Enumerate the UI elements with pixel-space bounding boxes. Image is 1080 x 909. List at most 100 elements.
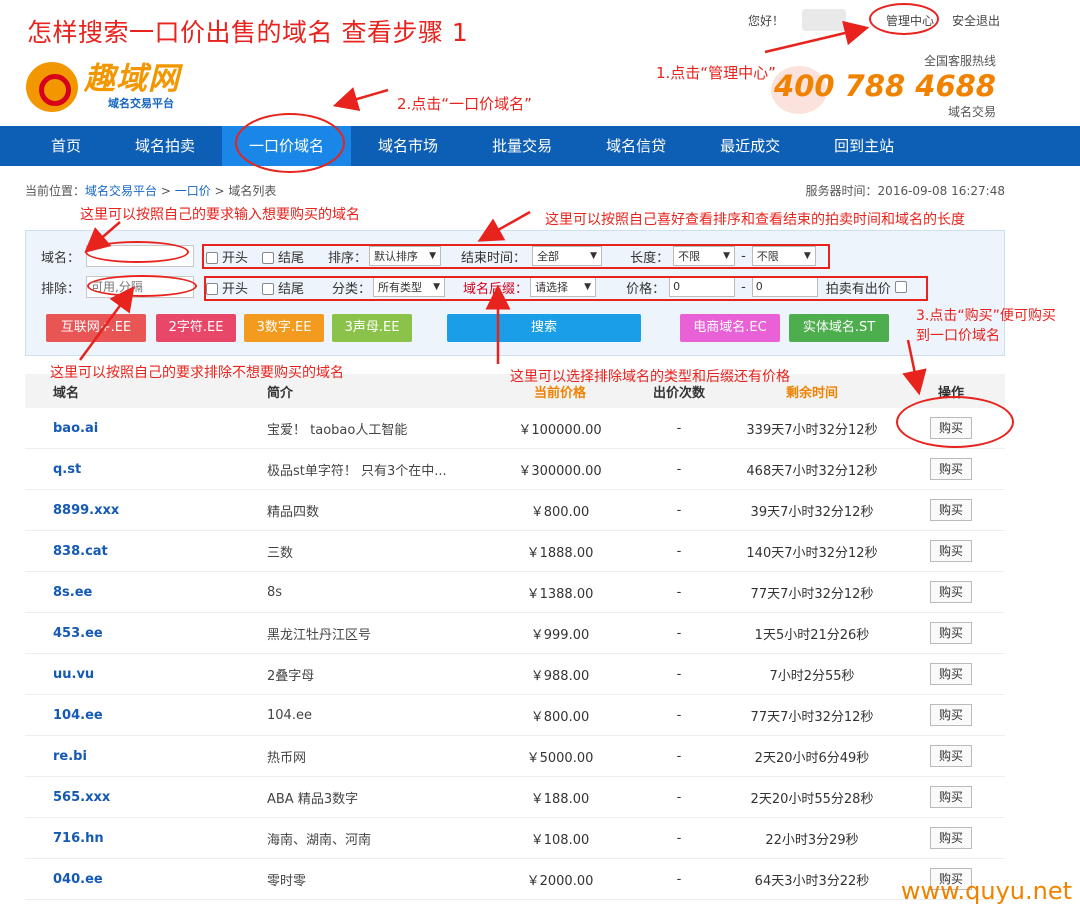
highlight-sort-filters <box>202 244 830 269</box>
domain-table: 域名 简介 当前价格 出价次数 剩余时间 操作 bao.ai 宝爱！ taobao… <box>25 374 1005 900</box>
buy-cell: 购买 <box>897 458 1005 480</box>
buy-button[interactable]: 购买 <box>930 540 972 562</box>
buy-button[interactable]: 购买 <box>930 458 972 480</box>
hotline-label: 全国客服热线 <box>923 54 996 68</box>
domain-link[interactable]: 565.xxx <box>25 790 267 805</box>
domain-link[interactable]: q.st <box>25 462 267 477</box>
nav-credit[interactable]: 域名信贷 <box>579 126 693 166</box>
nav-home[interactable]: 首页 <box>24 126 108 166</box>
domain-bids: - <box>676 625 682 641</box>
domain-remaining: 140天7小时32分12秒 <box>746 545 878 561</box>
highlight-fixed-price-nav <box>235 113 345 173</box>
header-desc: 简介 <box>267 385 294 401</box>
greeting-text: 您好！ <box>747 13 784 28</box>
domain-link[interactable]: 838.cat <box>25 544 267 559</box>
domain-link[interactable]: re.bi <box>25 749 267 764</box>
breadcrumb-fixed-price[interactable]: 一口价 <box>175 184 211 198</box>
main-nav: 首页 域名拍卖 一口价域名 域名市场 批量交易 域名信贷 最近成交 回到主站 <box>0 126 1080 166</box>
logo-subtitle: 域名交易平台 <box>108 97 174 110</box>
domain-desc: 宝爱！ taobao人工智能 <box>267 422 408 438</box>
buy-button[interactable]: 购买 <box>930 499 972 521</box>
annotation-exclude: 这里可以按照自己的要求排除不想要购买的域名 <box>50 365 344 381</box>
domain-remaining: 22小时3分29秒 <box>765 832 859 848</box>
quick-internet-ee-button[interactable]: 互联网+.EE <box>46 314 146 342</box>
table-row: 8s.ee 8s ￥1388.00 - 77天7小时32分12秒 购买 <box>25 572 1005 613</box>
domain-bids: - <box>676 748 682 764</box>
buy-button[interactable]: 购买 <box>930 622 972 644</box>
domain-bids: - <box>676 584 682 600</box>
domain-link[interactable]: 716.hn <box>25 831 267 846</box>
domain-price: ￥988.00 <box>530 668 590 684</box>
domain-price: ￥108.00 <box>530 832 590 848</box>
domain-bids: - <box>676 420 682 436</box>
domain-remaining: 2天20小时55分28秒 <box>750 791 874 807</box>
domain-bids: - <box>676 666 682 682</box>
domain-remaining: 77天7小时32分12秒 <box>750 709 874 725</box>
logo-name: 趣域网 <box>84 61 180 97</box>
breadcrumb: 当前位置：域名交易平台 > 一口价 > 域名列表 <box>25 184 277 198</box>
nav-bulk[interactable]: 批量交易 <box>465 126 579 166</box>
site-logo[interactable]: 趣域网 域名交易平台 <box>26 62 180 112</box>
highlight-manage-center <box>869 3 939 35</box>
domain-label: 域名： <box>41 250 81 266</box>
tutorial-title: 怎样搜索一口价出售的域名 查看步骤 1 <box>27 18 469 47</box>
quick-2char-ee-button[interactable]: 2字符.EE <box>156 314 236 342</box>
domain-bids: - <box>676 789 682 805</box>
breadcrumb-current: 域名列表 <box>228 184 277 198</box>
buy-cell: 购买 <box>897 622 1005 644</box>
domain-desc: 精品四数 <box>267 504 320 520</box>
domain-desc: 极品st单字符！ 只有3个在中... <box>267 463 447 479</box>
domain-link[interactable]: 8s.ee <box>25 585 267 600</box>
buy-button[interactable]: 购买 <box>930 663 972 685</box>
nav-market[interactable]: 域名市场 <box>351 126 465 166</box>
domain-link[interactable]: 104.ee <box>25 708 267 723</box>
domain-link[interactable]: 040.ee <box>25 872 267 887</box>
breadcrumb-platform[interactable]: 域名交易平台 <box>85 184 157 198</box>
buy-button[interactable]: 购买 <box>930 704 972 726</box>
search-button[interactable]: 搜索 <box>447 314 641 342</box>
domain-price: ￥300000.00 <box>518 463 602 479</box>
domain-remaining: 7小时2分55秒 <box>769 668 855 684</box>
domain-remaining: 39天7小时32分12秒 <box>750 504 874 520</box>
annotation-step2: 2.点击“一口价域名” <box>397 95 532 113</box>
table-row: 453.ee 黑龙江牡丹江区号 ￥999.00 - 1天5小时21分26秒 购买 <box>25 613 1005 654</box>
buy-button[interactable]: 购买 <box>930 786 972 808</box>
ecommerce-ec-button[interactable]: 电商域名.EC <box>680 314 780 342</box>
nav-recent-deals[interactable]: 最近成交 <box>693 126 807 166</box>
buy-cell: 购买 <box>897 786 1005 808</box>
domain-link[interactable]: 8899.xxx <box>25 503 267 518</box>
domain-remaining: 77天7小时32分12秒 <box>750 586 874 602</box>
domain-price: ￥2000.00 <box>526 873 594 889</box>
domain-bids: - <box>676 502 682 518</box>
buy-button[interactable]: 购买 <box>930 827 972 849</box>
quick-3initial-ee-button[interactable]: 3声母.EE <box>332 314 412 342</box>
highlight-buy-button <box>896 396 1014 448</box>
highlight-type-filters <box>204 276 928 301</box>
table-row: uu.vu 2叠字母 ￥988.00 - 7小时2分55秒 购买 <box>25 654 1005 695</box>
annotation-type: 这里可以选择排除域名的类型和后缀还有价格 <box>510 369 790 385</box>
domain-remaining: 468天7小时32分12秒 <box>746 463 878 479</box>
table-row: 104.ee 104.ee ￥800.00 - 77天7小时32分12秒 购买 <box>25 695 1005 736</box>
buy-button[interactable]: 购买 <box>930 745 972 767</box>
buy-button[interactable]: 购买 <box>930 581 972 603</box>
domain-bids: - <box>676 871 682 887</box>
hotline: 全国客服热线 400 788 4688 域名交易 <box>774 52 996 120</box>
domain-remaining: 2天20小时6分49秒 <box>754 750 870 766</box>
quick-3digit-ee-button[interactable]: 3数字.EE <box>244 314 324 342</box>
annotation-sort: 这里可以按照自己喜好查看排序和查看结束的拍卖时间和域名的长度 <box>545 212 965 228</box>
domain-desc: 黑龙江牡丹江区号 <box>267 627 372 643</box>
domain-link[interactable]: bao.ai <box>25 421 267 436</box>
header-domain: 域名 <box>53 385 80 401</box>
domain-remaining: 64天3小时3分22秒 <box>754 873 870 889</box>
entity-st-button[interactable]: 实体域名.ST <box>789 314 889 342</box>
domain-price: ￥188.00 <box>530 791 590 807</box>
domain-link[interactable]: uu.vu <box>25 667 267 682</box>
logout-link[interactable]: 安全退出 <box>952 12 1000 29</box>
hotline-number: 400 788 4688 <box>774 69 996 103</box>
table-row: 565.xxx ABA 精品3数字 ￥188.00 - 2天20小时55分28秒 购买 <box>25 777 1005 818</box>
annotation-input: 这里可以按照自己的要求输入想要购买的域名 <box>80 207 360 223</box>
nav-main-site[interactable]: 回到主站 <box>807 126 921 166</box>
nav-auction[interactable]: 域名拍卖 <box>108 126 222 166</box>
domain-link[interactable]: 453.ee <box>25 626 267 641</box>
domain-bids: - <box>676 543 682 559</box>
